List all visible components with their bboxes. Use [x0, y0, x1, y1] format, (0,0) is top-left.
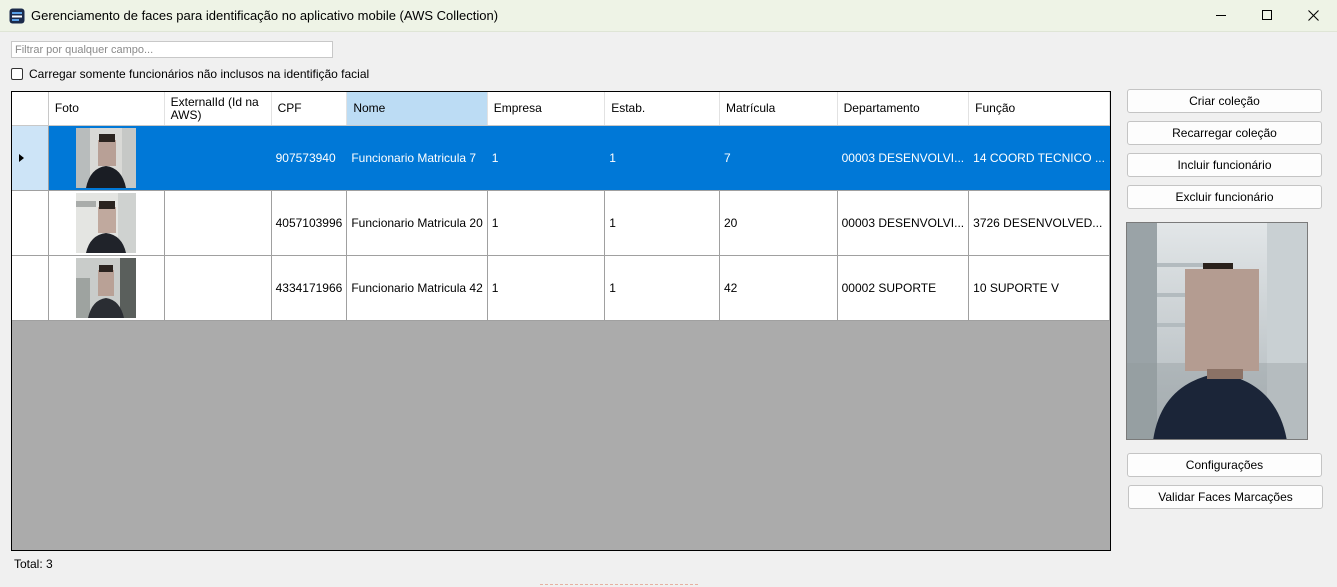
row-header[interactable]	[12, 125, 49, 191]
add-employee-button[interactable]: Incluir funcionário	[1127, 153, 1322, 177]
estab-cell[interactable]: 1	[604, 190, 720, 256]
matricula-cell[interactable]: 42	[719, 255, 838, 321]
nome-cell[interactable]: Funcionario Matricula 42	[346, 255, 488, 321]
estab-cell[interactable]: 1	[604, 255, 720, 321]
photo-cell[interactable]	[48, 255, 165, 321]
matricula-cell[interactable]: 20	[719, 190, 838, 256]
title-bar: Gerenciamento de faces para identificaçã…	[0, 0, 1337, 32]
total-count-label: Total: 3	[14, 557, 53, 571]
funcao-cell[interactable]: 10 SUPORTE V	[968, 255, 1110, 321]
minimize-icon	[1215, 15, 1226, 16]
filter-checkbox-row[interactable]: Carregar somente funcionários não inclus…	[11, 66, 369, 81]
cpf-cell[interactable]: 4057103996	[271, 190, 348, 256]
column-header-estab[interactable]: Estab.	[604, 92, 720, 126]
column-header-funcao[interactable]: Função	[968, 92, 1110, 126]
row-header[interactable]	[12, 190, 49, 256]
cpf-cell[interactable]: 907573940	[271, 125, 348, 191]
departamento-cell[interactable]: 00003 DESENVOLVI...	[837, 190, 970, 256]
filter-input[interactable]	[11, 41, 333, 58]
nome-cell[interactable]: Funcionario Matricula 7	[346, 125, 488, 191]
externalid-cell[interactable]	[164, 255, 272, 321]
table-row[interactable]: 4334171966 Funcionario Matricula 42 1 1 …	[12, 255, 1110, 321]
close-button[interactable]	[1290, 0, 1336, 31]
table-row[interactable]: 907573940 Funcionario Matricula 7 1 1 7 …	[12, 125, 1110, 191]
filter-checkbox-label: Carregar somente funcionários não inclus…	[29, 66, 370, 81]
externalid-cell[interactable]	[164, 190, 272, 256]
nome-cell[interactable]: Funcionario Matricula 20	[346, 190, 488, 256]
column-header-nome[interactable]: Nome	[346, 92, 488, 126]
row-header[interactable]	[12, 255, 49, 321]
empresa-cell[interactable]: 1	[487, 190, 606, 256]
close-icon	[1307, 10, 1319, 21]
empresa-cell[interactable]: 1	[487, 125, 606, 191]
funcao-cell[interactable]: 14 COORD TECNICO ...	[968, 125, 1110, 191]
selected-photo-preview	[1126, 222, 1308, 440]
app-icon	[9, 8, 25, 24]
departamento-cell[interactable]: 00002 SUPORTE	[837, 255, 970, 321]
photo-cell[interactable]	[48, 125, 165, 191]
filter-checkbox[interactable]	[11, 67, 23, 80]
grid-table: Foto ExternalId (Id na AWS) CPF Nome Emp…	[12, 92, 1110, 321]
employee-photo-thumbnail	[76, 258, 137, 318]
employee-photo-thumbnail	[76, 193, 137, 253]
column-header-departamento[interactable]: Departamento	[837, 92, 970, 126]
delete-employee-button[interactable]: Excluir funcionário	[1127, 185, 1322, 209]
estab-cell[interactable]: 1	[604, 125, 720, 191]
column-header-externalid[interactable]: ExternalId (Id na AWS)	[164, 92, 272, 126]
window-title: Gerenciamento de faces para identificaçã…	[31, 8, 499, 23]
employee-grid[interactable]: Foto ExternalId (Id na AWS) CPF Nome Emp…	[11, 91, 1111, 551]
settings-button[interactable]: Configurações	[1127, 453, 1322, 477]
create-collection-button[interactable]: Criar coleção	[1127, 89, 1322, 113]
row-selected-arrow-icon	[19, 154, 24, 162]
grid-header-row: Foto ExternalId (Id na AWS) CPF Nome Emp…	[12, 92, 1110, 126]
validate-faces-button[interactable]: Validar Faces Marcações	[1128, 485, 1323, 509]
photo-cell[interactable]	[48, 190, 165, 256]
resize-grip-decoration	[540, 584, 700, 585]
employee-photo-thumbnail	[76, 128, 137, 188]
matricula-cell[interactable]: 7	[719, 125, 838, 191]
row-header-corner	[12, 92, 49, 126]
column-header-empresa[interactable]: Empresa	[487, 92, 606, 126]
table-row[interactable]: 4057103996 Funcionario Matricula 20 1 1 …	[12, 190, 1110, 256]
column-header-matricula[interactable]: Matrícula	[719, 92, 838, 126]
column-header-cpf[interactable]: CPF	[271, 92, 348, 126]
reload-collection-button[interactable]: Recarregar coleção	[1127, 121, 1322, 145]
externalid-cell[interactable]	[164, 125, 272, 191]
maximize-button[interactable]	[1244, 0, 1290, 31]
minimize-button[interactable]	[1198, 0, 1244, 31]
column-header-foto[interactable]: Foto	[48, 92, 165, 126]
empresa-cell[interactable]: 1	[487, 255, 606, 321]
funcao-cell[interactable]: 3726 DESENVOLVED...	[968, 190, 1110, 256]
departamento-cell[interactable]: 00003 DESENVOLVI...	[837, 125, 970, 191]
maximize-icon	[1261, 10, 1272, 20]
cpf-cell[interactable]: 4334171966	[271, 255, 348, 321]
